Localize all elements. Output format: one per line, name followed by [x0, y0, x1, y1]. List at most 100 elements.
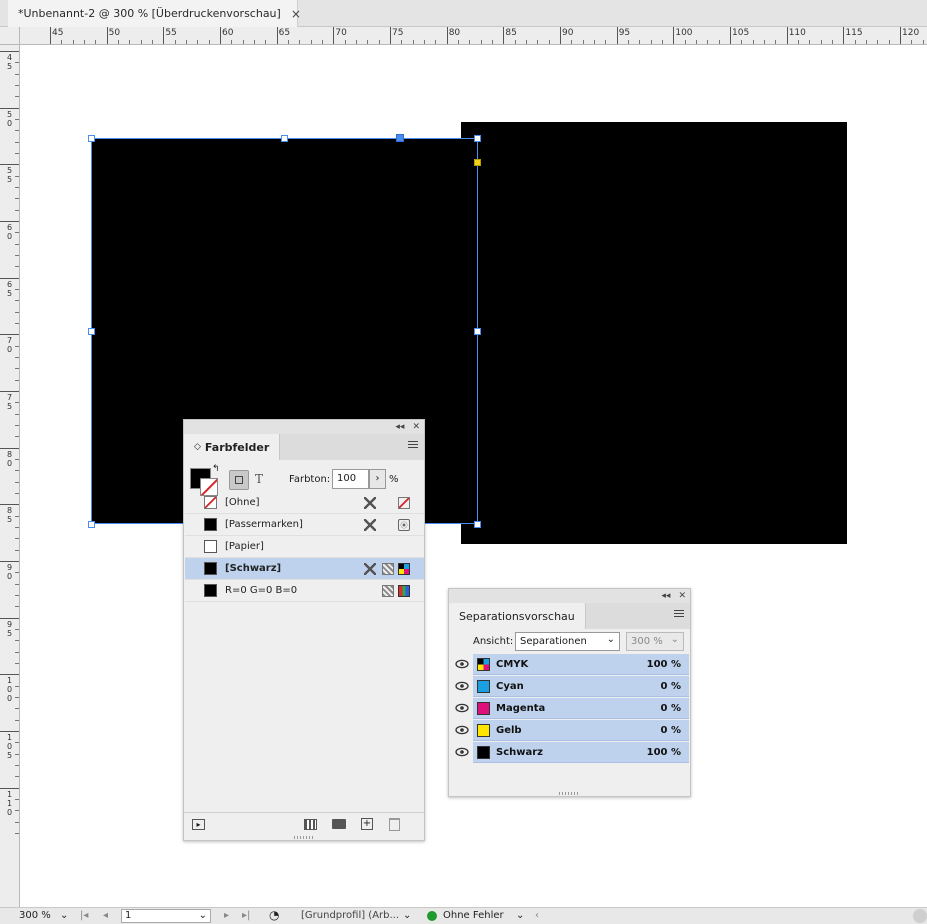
- swatch-row[interactable]: [Ohne]: [185, 492, 424, 514]
- separations-tab-row: Separationsvorschau: [449, 603, 690, 629]
- close-panel-icon[interactable]: ✕: [678, 591, 686, 601]
- tab-swatches[interactable]: ◇ Farbfelder: [184, 434, 281, 460]
- chevron-down-icon[interactable]: ⌄: [60, 910, 68, 921]
- panel-menu-icon[interactable]: [408, 441, 418, 450]
- swatch-row[interactable]: [Schwarz]: [185, 558, 424, 580]
- next-page-icon[interactable]: ▸: [224, 910, 229, 921]
- tint-input[interactable]: 100: [332, 469, 369, 489]
- ruler-major-tick: [0, 617, 19, 619]
- close-tab-icon[interactable]: ×: [291, 7, 301, 21]
- separation-value: 0 %: [660, 702, 681, 714]
- ruler-major-tick: [730, 27, 732, 44]
- separation-row[interactable]: Gelb 0 %: [473, 720, 689, 741]
- ruler-major-tick: [220, 27, 221, 44]
- ruler-minor-tick: [310, 40, 312, 44]
- chevron-down-icon[interactable]: ⌄: [403, 910, 411, 921]
- zoom-level[interactable]: 300 %: [19, 910, 51, 921]
- panel-resize-grip[interactable]: [294, 836, 314, 839]
- close-panel-icon[interactable]: ✕: [412, 422, 420, 432]
- separation-row[interactable]: Magenta 0 %: [473, 698, 689, 719]
- ruler-major-tick: [446, 27, 448, 44]
- separation-name: Magenta: [496, 702, 546, 714]
- ruler-minor-tick: [15, 640, 19, 642]
- ruler-minor-tick: [594, 40, 596, 44]
- ruler-minor-tick: [15, 209, 19, 211]
- view-select[interactable]: Separationen ⌄: [515, 632, 620, 651]
- ruler-minor-tick: [15, 821, 19, 823]
- swatch-row[interactable]: [Passermarken]: [185, 514, 424, 536]
- ruler-minor-tick: [15, 243, 19, 245]
- panel-resize-grip[interactable]: [559, 792, 579, 795]
- no-edit-icon: [364, 497, 376, 509]
- handle-top-left[interactable]: [88, 135, 95, 142]
- open-document-icon[interactable]: ◔: [269, 908, 279, 922]
- view-label: Ansicht:: [473, 636, 514, 647]
- visibility-eye-icon[interactable]: [455, 725, 469, 735]
- ruler-major-tick: [276, 27, 278, 44]
- handle-middle-right[interactable]: [474, 328, 481, 335]
- chevron-down-icon[interactable]: ⌄: [516, 910, 524, 921]
- separation-color-chip: [477, 657, 490, 671]
- page-number-field[interactable]: 1 ⌄: [121, 909, 211, 923]
- ruler-minor-tick: [140, 40, 142, 44]
- ruler-minor-tick: [684, 40, 686, 44]
- panel-menu-icon[interactable]: [674, 610, 684, 619]
- first-page-icon[interactable]: |◂: [80, 910, 88, 921]
- handle-bottom-right[interactable]: [474, 521, 481, 528]
- chevron-down-icon[interactable]: ⌄: [199, 910, 207, 922]
- handle-middle-left[interactable]: [88, 328, 95, 335]
- black-rectangle-right[interactable]: [461, 122, 847, 544]
- visibility-eye-icon[interactable]: [455, 681, 469, 691]
- ruler-minor-tick: [15, 685, 19, 687]
- separation-row[interactable]: Cyan 0 %: [473, 676, 689, 697]
- collapse-panel-icon[interactable]: ◂◂: [661, 591, 670, 601]
- zoom-select[interactable]: 300 % ⌄: [626, 632, 684, 651]
- swatch-views-icon[interactable]: [304, 819, 317, 830]
- visibility-eye-icon[interactable]: [455, 703, 469, 713]
- previous-page-icon[interactable]: ◂: [103, 910, 108, 921]
- horizontal-ruler[interactable]: 45 50 55 60 65 70 75 80 85 90 95 100 105 110 115 120: [20, 27, 927, 45]
- ruler-minor-tick: [15, 799, 19, 801]
- collapse-panel-icon[interactable]: ◂◂: [395, 422, 404, 432]
- visibility-eye-icon[interactable]: [455, 659, 469, 669]
- profile-label[interactable]: [Grundprofil] (Arb...: [301, 910, 399, 921]
- ruler-tick-label: 65: [278, 28, 291, 38]
- swatch-row[interactable]: [Papier]: [185, 536, 424, 558]
- scroll-left-icon[interactable]: ‹: [535, 910, 539, 921]
- separation-row[interactable]: Schwarz 100 %: [473, 742, 689, 763]
- delete-swatch-icon[interactable]: [389, 818, 400, 831]
- tint-stepper-button[interactable]: ›: [369, 469, 386, 489]
- ruler-minor-tick: [639, 40, 641, 44]
- ruler-origin[interactable]: [0, 27, 20, 45]
- ruler-major-tick: [0, 731, 19, 733]
- new-swatch-icon[interactable]: +: [361, 818, 373, 830]
- ruler-tick-label: 55: [7, 166, 13, 185]
- ruler-minor-tick: [435, 40, 437, 44]
- ruler-minor-tick: [15, 583, 19, 585]
- ruler-minor-tick: [15, 765, 19, 767]
- handle-bottom-left[interactable]: [88, 521, 95, 528]
- ruler-minor-tick: [84, 40, 85, 44]
- content-grabber-handle[interactable]: [396, 134, 404, 142]
- ruler-major-tick: [0, 221, 19, 222]
- new-color-group-icon[interactable]: [332, 819, 346, 829]
- scroll-thumb[interactable]: [913, 909, 927, 923]
- show-swatch-kinds-icon[interactable]: ▸: [192, 819, 205, 830]
- text-mode-button[interactable]: T: [255, 472, 263, 486]
- ruler-major-tick: [0, 164, 19, 166]
- document-tab[interactable]: *Unbenannt-2 @ 300 % [Überdruckenvorscha…: [8, 0, 301, 27]
- ruler-minor-tick: [752, 40, 754, 44]
- container-mode-button[interactable]: [229, 470, 249, 490]
- preflight-status-text[interactable]: Ohne Fehler: [443, 910, 504, 921]
- swap-fill-stroke-icon[interactable]: ↰: [212, 464, 220, 474]
- last-page-icon[interactable]: ▸|: [242, 910, 250, 921]
- tab-separations-preview[interactable]: Separationsvorschau: [449, 603, 586, 629]
- ruler-minor-tick: [15, 232, 19, 234]
- separation-row[interactable]: CMYK 100 %: [473, 654, 689, 675]
- swatch-row[interactable]: R=0 G=0 B=0: [185, 580, 424, 602]
- vertical-ruler[interactable]: 45 50 55 60 65 70 75 80 85 90 95 100 105 110: [0, 45, 20, 907]
- handle-top-right[interactable]: [474, 135, 481, 142]
- handle-top-center[interactable]: [281, 135, 288, 142]
- live-corner-handle[interactable]: [474, 159, 481, 166]
- visibility-eye-icon[interactable]: [455, 747, 469, 757]
